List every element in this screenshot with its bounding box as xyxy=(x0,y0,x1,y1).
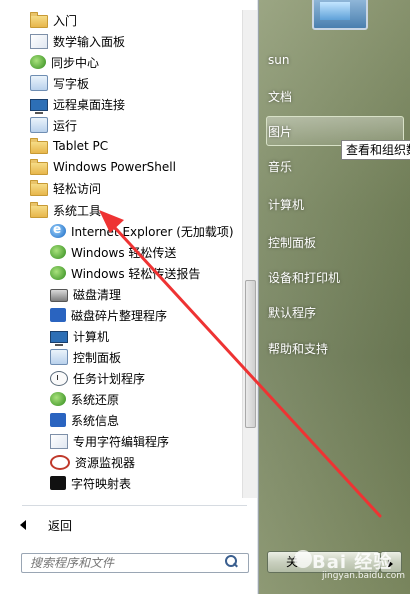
system-tool-item[interactable]: 磁盘碎片整理程序 xyxy=(50,305,167,325)
program-label: Tablet PC xyxy=(53,139,109,153)
back-arrow-icon xyxy=(20,520,26,530)
transfer-report-icon xyxy=(50,266,66,280)
program-label: 入门 xyxy=(53,13,78,28)
program-label: 计算机 xyxy=(73,329,110,344)
system-tool-item[interactable]: Windows 轻松传送报告 xyxy=(50,263,200,283)
system-tool-item[interactable]: 控制面板 xyxy=(50,347,121,367)
program-label: 系统还原 xyxy=(71,392,120,407)
program-label: 资源监视器 xyxy=(75,455,136,470)
shutdown-button[interactable]: 关 xyxy=(267,551,380,573)
program-label: 系统信息 xyxy=(71,413,120,428)
program-label: 运行 xyxy=(53,118,78,133)
program-item[interactable]: 入门 xyxy=(30,10,77,30)
program-label: Windows 轻松传送 xyxy=(71,245,177,260)
pen-icon xyxy=(30,33,48,49)
program-label: 同步中心 xyxy=(51,55,100,70)
search-input[interactable] xyxy=(21,553,249,573)
folder-icon xyxy=(30,138,48,154)
char-editor-icon xyxy=(50,433,68,449)
sync-icon xyxy=(30,55,46,69)
shutdown-options-button[interactable] xyxy=(380,551,402,573)
separator xyxy=(22,505,247,506)
system-tool-item[interactable]: 资源监视器 xyxy=(50,452,135,472)
right-item-control-panel[interactable]: 控制面板 xyxy=(268,234,316,251)
program-label: 专用字符编辑程序 xyxy=(73,434,170,449)
programs-scrollbar[interactable] xyxy=(242,10,257,498)
right-item-devices-printers[interactable]: 设备和打印机 xyxy=(268,269,340,286)
system-tool-item[interactable]: 专用字符编辑程序 xyxy=(50,431,169,451)
scrollbar-thumb[interactable] xyxy=(245,280,256,428)
back-label: 返回 xyxy=(48,518,73,533)
program-label: Windows PowerShell xyxy=(53,160,176,174)
system-tool-item[interactable]: 计算机 xyxy=(50,326,109,346)
folder-icon xyxy=(30,202,48,218)
system-tool-item[interactable]: Internet Explorer (无加载项) xyxy=(50,221,234,241)
program-label: 系统工具 xyxy=(53,203,102,218)
disk-cleanup-icon xyxy=(50,289,68,302)
program-label: Windows 轻松传送报告 xyxy=(71,266,201,281)
program-label: 写字板 xyxy=(53,76,90,91)
info-icon xyxy=(50,413,66,427)
program-item[interactable]: Windows PowerShell xyxy=(30,157,176,177)
wordpad-icon xyxy=(30,75,48,91)
program-item[interactable]: Tablet PC xyxy=(30,136,108,156)
folder-icon xyxy=(30,12,48,28)
system-tool-item[interactable]: 任务计划程序 xyxy=(50,368,145,388)
user-picture[interactable] xyxy=(308,0,368,32)
system-tool-item[interactable]: 系统还原 xyxy=(50,389,119,409)
program-label: 远程桌面连接 xyxy=(53,97,126,112)
user-name[interactable]: sun xyxy=(268,53,289,67)
right-item-pictures[interactable]: 图片 xyxy=(268,123,292,140)
program-label: 字符映射表 xyxy=(71,476,132,491)
transfer-icon xyxy=(50,245,66,259)
right-item-music[interactable]: 音乐 xyxy=(268,158,292,175)
program-label: Internet Explorer (无加载项) xyxy=(71,224,234,239)
right-item-help[interactable]: 帮助和支持 xyxy=(268,340,328,357)
right-item-documents[interactable]: 文档 xyxy=(268,88,292,105)
tooltip: 查看和组织数 xyxy=(341,140,410,160)
program-label: 数学输入面板 xyxy=(53,34,126,49)
system-tool-item[interactable]: 磁盘清理 xyxy=(50,284,121,304)
control-panel-icon xyxy=(50,349,68,365)
system-tool-item[interactable]: 系统信息 xyxy=(50,410,119,430)
right-item-default-programs[interactable]: 默认程序 xyxy=(268,304,316,321)
system-tool-item[interactable]: Windows 轻松传送 xyxy=(50,242,176,262)
resource-monitor-icon xyxy=(50,454,70,470)
program-item[interactable]: 运行 xyxy=(30,115,77,135)
program-label: 轻松访问 xyxy=(53,181,102,196)
char-map-icon xyxy=(50,476,66,490)
run-icon xyxy=(30,117,48,133)
back-button[interactable]: 返回 xyxy=(20,515,72,535)
remote-desktop-icon xyxy=(30,99,48,114)
right-item-computer[interactable]: 计算机 xyxy=(268,196,304,213)
program-item[interactable]: 远程桌面连接 xyxy=(30,94,125,114)
restore-icon xyxy=(50,392,66,406)
program-item-system-tools[interactable]: 系统工具 xyxy=(30,200,101,220)
program-item[interactable]: 轻松访问 xyxy=(30,178,101,198)
programs-panel: 入门 数学输入面板 同步中心 写字板 远程桌面连接 运行 Tablet PC W… xyxy=(6,0,259,594)
program-label: 磁盘清理 xyxy=(73,287,122,302)
folder-icon xyxy=(30,159,48,175)
program-label: 任务计划程序 xyxy=(73,371,146,386)
system-tool-item[interactable]: 字符映射表 xyxy=(50,473,131,493)
ie-icon xyxy=(50,222,66,238)
search-button[interactable] xyxy=(223,554,239,570)
program-item[interactable]: 同步中心 xyxy=(30,52,99,72)
program-item[interactable]: 数学输入面板 xyxy=(30,31,125,51)
program-label: 控制面板 xyxy=(73,350,122,365)
clock-icon xyxy=(50,370,68,386)
folder-icon xyxy=(30,180,48,196)
computer-icon xyxy=(50,331,68,346)
defrag-icon xyxy=(50,308,66,322)
program-item[interactable]: 写字板 xyxy=(30,73,89,93)
program-label: 磁盘碎片整理程序 xyxy=(71,308,168,323)
